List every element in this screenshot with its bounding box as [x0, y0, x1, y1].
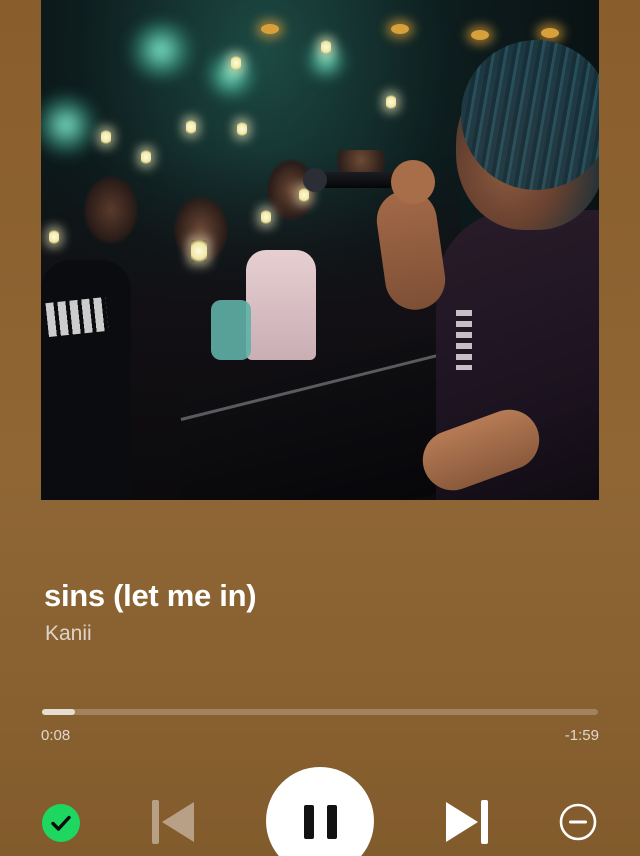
- skip-previous-icon: [152, 800, 194, 844]
- stage-light: [471, 30, 489, 40]
- phone-light: [49, 230, 59, 244]
- phone-light: [299, 188, 309, 202]
- elapsed-time: 0:08: [41, 727, 71, 744]
- phone-light: [261, 210, 271, 224]
- skip-next-icon: [446, 800, 488, 844]
- phone-light: [231, 56, 241, 70]
- minus-circle-icon: [559, 803, 597, 841]
- phone-light: [186, 120, 196, 134]
- phone-light: [191, 240, 207, 262]
- remove-button[interactable]: [558, 802, 598, 842]
- phone-light: [321, 40, 331, 54]
- crowd-member: [246, 250, 316, 360]
- pause-button[interactable]: [266, 767, 374, 856]
- pause-icon: [304, 805, 337, 839]
- phone-light: [101, 130, 111, 144]
- progress-fill: [42, 709, 76, 715]
- phone-light: [141, 150, 151, 164]
- performer-hand: [391, 160, 435, 204]
- stage-light: [391, 24, 409, 34]
- remaining-time: -1:59: [564, 727, 599, 744]
- shirt-print: [456, 310, 472, 370]
- phone-light: [386, 95, 396, 109]
- saved-button[interactable]: [42, 804, 80, 842]
- stage-light: [261, 24, 279, 34]
- performer-hair: [461, 40, 599, 190]
- album-cover-image: [41, 0, 599, 500]
- phone-light: [237, 122, 247, 136]
- now-playing-screen: sins (let me in) Kanii 0:08 -1:59: [0, 0, 640, 856]
- crowd-member: [41, 260, 131, 500]
- progress-bar[interactable]: [42, 709, 598, 715]
- stage-light: [541, 28, 559, 38]
- track-title[interactable]: sins (let me in): [44, 578, 257, 614]
- microphone-head: [303, 168, 327, 192]
- crowd-member: [211, 300, 251, 360]
- teal-light-glow: [121, 20, 201, 80]
- check-circle-icon: [51, 815, 71, 831]
- artist-name[interactable]: Kanii: [45, 622, 92, 646]
- previous-button[interactable]: [150, 798, 196, 846]
- shirt-graphic: [45, 296, 109, 338]
- next-button[interactable]: [444, 798, 490, 846]
